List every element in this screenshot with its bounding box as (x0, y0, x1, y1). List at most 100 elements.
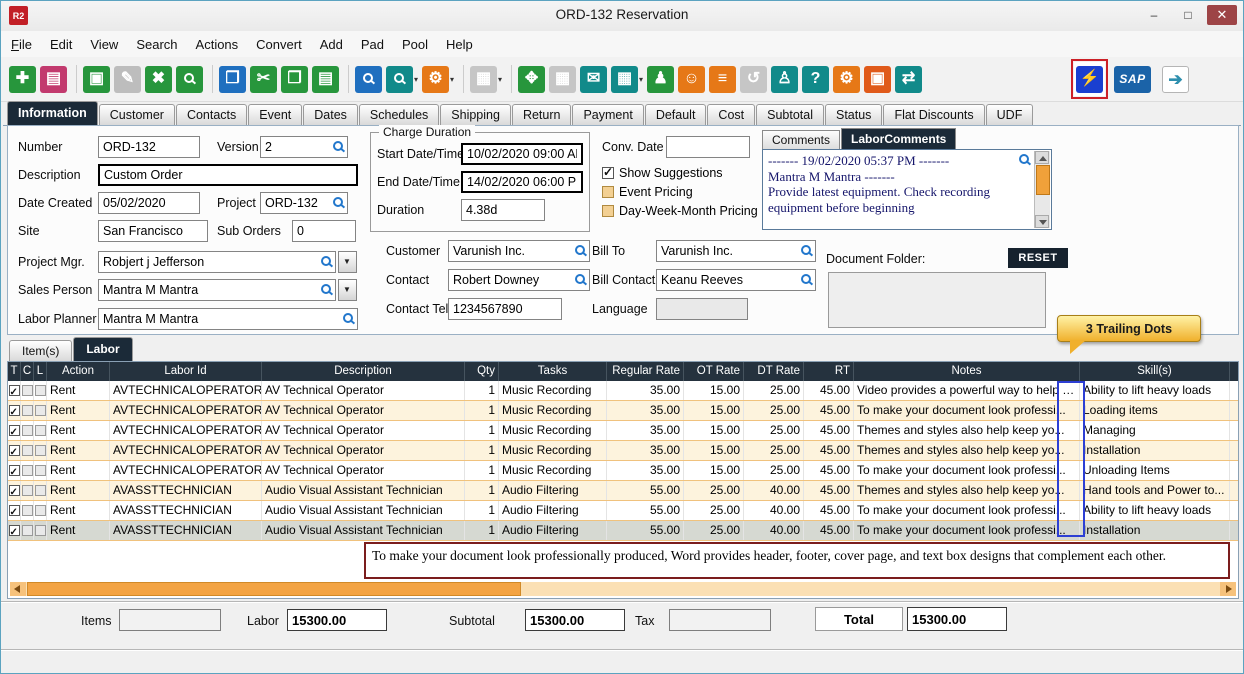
l-box[interactable] (35, 485, 46, 496)
copy-icon[interactable]: ❐ (279, 62, 310, 96)
l-box[interactable] (35, 525, 46, 536)
table-row[interactable]: RentAVASSTTECHNICIANAudio Visual Assista… (8, 521, 1238, 541)
table-row[interactable]: RentAVTECHNICALOPERATORAV Technical Oper… (8, 461, 1238, 481)
table-row[interactable]: RentAVASSTTECHNICIANAudio Visual Assista… (8, 501, 1238, 521)
l-box[interactable] (35, 445, 46, 456)
task-list-icon[interactable]: ≡ (707, 62, 738, 96)
bill-contact-search-icon[interactable] (800, 273, 813, 286)
scroll-right-arrow-icon[interactable] (1220, 582, 1236, 596)
comments-search-icon[interactable] (1018, 153, 1031, 166)
tab-schedules[interactable]: Schedules (359, 104, 439, 125)
col-notes[interactable]: Notes (854, 362, 1080, 381)
cart-icon-dropdown[interactable]: ▾ (498, 75, 502, 84)
c-box[interactable] (22, 385, 33, 396)
col-rt[interactable]: RT (804, 362, 854, 381)
row-checkbox[interactable] (9, 405, 20, 416)
scroll-left-arrow-icon[interactable] (10, 582, 26, 596)
col-action[interactable]: Action (47, 362, 110, 381)
project-mgr-input[interactable] (98, 251, 336, 273)
reset-button[interactable]: RESET (1008, 248, 1068, 268)
col-t[interactable]: T (8, 362, 21, 381)
customer-search-icon[interactable] (574, 244, 587, 257)
sales-person-dropdown[interactable] (338, 279, 357, 301)
tax-field[interactable] (669, 609, 771, 631)
row-checkbox[interactable] (9, 505, 20, 516)
row-checkbox[interactable] (9, 385, 20, 396)
stop-box-icon[interactable]: ▣ (862, 62, 893, 96)
col-l[interactable]: L (34, 362, 47, 381)
table-row[interactable]: RentAVASSTTECHNICIANAudio Visual Assista… (8, 481, 1238, 501)
day-week-month-pricing-checkbox[interactable] (602, 205, 614, 217)
sales-person-input[interactable] (98, 279, 336, 301)
options-icon-dropdown[interactable]: ▾ (450, 75, 454, 84)
col-skill-s[interactable]: Skill(s) (1080, 362, 1230, 381)
comments-tab-comments[interactable]: Comments (762, 130, 840, 149)
date-created-input[interactable] (98, 192, 200, 214)
show-suggestions-checkbox[interactable] (602, 167, 614, 179)
row-checkbox[interactable] (9, 445, 20, 456)
transfer-icon[interactable]: ⇄ (893, 62, 924, 96)
expand-icon[interactable]: ✥ (516, 62, 547, 96)
scroll-up-arrow-icon[interactable] (1035, 151, 1049, 164)
sales-person-search-icon[interactable] (320, 283, 333, 296)
tab-udf[interactable]: UDF (986, 104, 1034, 125)
cut-icon[interactable]: ✂ (248, 62, 279, 96)
lightning-icon[interactable]: ⚡ (1074, 62, 1105, 96)
document-folder-box[interactable] (828, 272, 1046, 328)
menu-search[interactable]: Search (136, 37, 177, 52)
table-row[interactable]: RentAVTECHNICALOPERATORAV Technical Oper… (8, 381, 1238, 401)
exit-icon[interactable]: ➔ (1160, 62, 1191, 96)
tab-event[interactable]: Event (248, 104, 302, 125)
c-box[interactable] (22, 525, 33, 536)
l-box[interactable] (35, 425, 46, 436)
version-search-icon[interactable] (332, 140, 345, 153)
duration-input[interactable] (461, 199, 545, 221)
paste-icon[interactable]: ▤ (310, 62, 341, 96)
conv-date-input[interactable] (666, 136, 750, 158)
print-icon[interactable]: ▤ (38, 62, 69, 96)
bill-to-input[interactable] (656, 240, 816, 262)
person-search-icon[interactable]: ♙ (769, 62, 800, 96)
menu-add[interactable]: Add (320, 37, 343, 52)
crew-icon[interactable]: ♟ (645, 62, 676, 96)
menu-help[interactable]: Help (446, 37, 473, 52)
calendar-icon[interactable]: ▦▾ (609, 62, 645, 96)
labor-planner-search-icon[interactable] (342, 312, 355, 325)
menu-file[interactable]: File (11, 37, 32, 52)
search-icon[interactable] (174, 62, 205, 96)
l-box[interactable] (35, 385, 46, 396)
tab-cost[interactable]: Cost (707, 104, 755, 125)
tab-contacts[interactable]: Contacts (176, 104, 247, 125)
contact-input[interactable] (448, 269, 590, 291)
bill-to-search-icon[interactable] (800, 244, 813, 257)
sap-logo[interactable]: SAP (1112, 62, 1153, 96)
col-tasks[interactable]: Tasks (499, 362, 607, 381)
comments-scrollbar[interactable] (1034, 151, 1050, 228)
bill-contact-input[interactable] (656, 269, 816, 291)
find-resource-icon[interactable]: ▾ (384, 62, 420, 96)
tab-subtotal[interactable]: Subtotal (756, 104, 824, 125)
menu-pad[interactable]: Pad (361, 37, 384, 52)
scroll-down-arrow-icon[interactable] (1035, 215, 1049, 228)
c-box[interactable] (22, 485, 33, 496)
comments-box[interactable]: ------- 19/02/2020 05:37 PM -------Mantr… (762, 149, 1052, 230)
number-input[interactable] (98, 136, 200, 158)
tab-customer[interactable]: Customer (99, 104, 175, 125)
l-box[interactable] (35, 405, 46, 416)
row-checkbox[interactable] (9, 425, 20, 436)
close-button[interactable]: ✕ (1207, 5, 1237, 25)
table-row[interactable]: RentAVTECHNICALOPERATORAV Technical Oper… (8, 421, 1238, 441)
col-dt-rate[interactable]: DT Rate (744, 362, 804, 381)
row-checkbox[interactable] (9, 525, 20, 536)
l-box[interactable] (35, 465, 46, 476)
person-settings-icon[interactable]: ⚙ (831, 62, 862, 96)
c-box[interactable] (22, 445, 33, 456)
labor-planner-input[interactable] (98, 308, 358, 330)
row-checkbox[interactable] (9, 485, 20, 496)
event-pricing-checkbox[interactable] (602, 186, 614, 198)
end-datetime-input[interactable] (461, 171, 583, 193)
project-search-icon[interactable] (332, 196, 345, 209)
c-box[interactable] (22, 505, 33, 516)
comment-icon[interactable]: ✉ (578, 62, 609, 96)
minimize-button[interactable]: – (1139, 5, 1169, 25)
